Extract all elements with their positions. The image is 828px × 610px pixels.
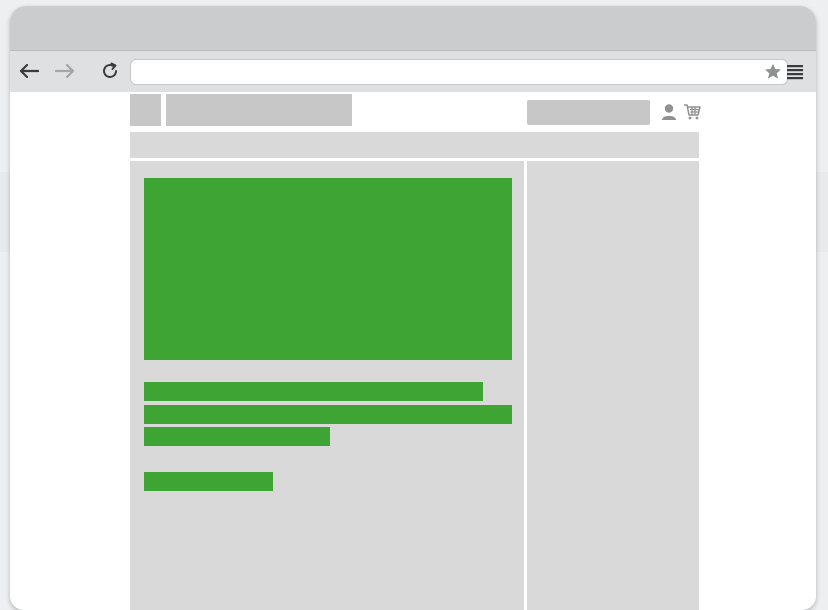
- website-wireframe: [130, 92, 701, 610]
- reload-button[interactable]: [99, 60, 121, 82]
- reload-icon: [103, 62, 117, 78]
- body-line-short-placeholder: [144, 427, 330, 446]
- star-icon[interactable]: [763, 62, 783, 82]
- arrow-right-icon: [55, 64, 75, 78]
- headline-line-placeholder: [144, 382, 483, 401]
- main-content-column: [130, 161, 524, 610]
- navigation-bar-placeholder[interactable]: [130, 132, 699, 158]
- browser-window: [10, 6, 816, 610]
- user-icon[interactable]: [661, 103, 677, 121]
- body-line-placeholder: [144, 405, 512, 424]
- logo-placeholder[interactable]: [130, 94, 161, 126]
- title-bar: [10, 6, 816, 50]
- arrow-left-icon: [19, 64, 39, 78]
- hamburger-menu-icon[interactable]: [786, 64, 804, 80]
- browser-toolbar: [10, 50, 816, 92]
- call-to-action-placeholder[interactable]: [144, 472, 273, 491]
- page-viewport: [10, 92, 816, 610]
- sidebar-column: [527, 161, 699, 610]
- hero-image-placeholder: [144, 178, 512, 360]
- search-field-placeholder[interactable]: [527, 100, 650, 125]
- back-button[interactable]: [18, 60, 40, 82]
- cart-icon[interactable]: [683, 103, 701, 121]
- address-bar[interactable]: [130, 59, 788, 85]
- brand-name-placeholder: [166, 94, 352, 126]
- forward-button[interactable]: [54, 60, 76, 82]
